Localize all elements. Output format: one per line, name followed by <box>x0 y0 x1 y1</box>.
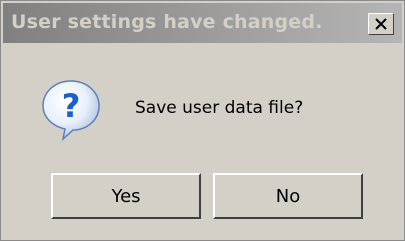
yes-button-label: Yes <box>111 185 141 207</box>
message-dialog: User settings have changed. ? Save user … <box>0 0 405 241</box>
no-button-label: No <box>275 185 301 207</box>
dialog-message: Save user data file? <box>135 98 304 118</box>
svg-text:?: ? <box>62 87 81 125</box>
question-icon: ? <box>39 77 103 145</box>
title-bar[interactable]: User settings have changed. <box>3 3 402 43</box>
dialog-title: User settings have changed. <box>11 11 323 33</box>
no-button[interactable]: No <box>213 173 363 219</box>
close-icon <box>375 18 387 30</box>
close-button[interactable] <box>368 13 394 35</box>
yes-button[interactable]: Yes <box>51 173 201 219</box>
